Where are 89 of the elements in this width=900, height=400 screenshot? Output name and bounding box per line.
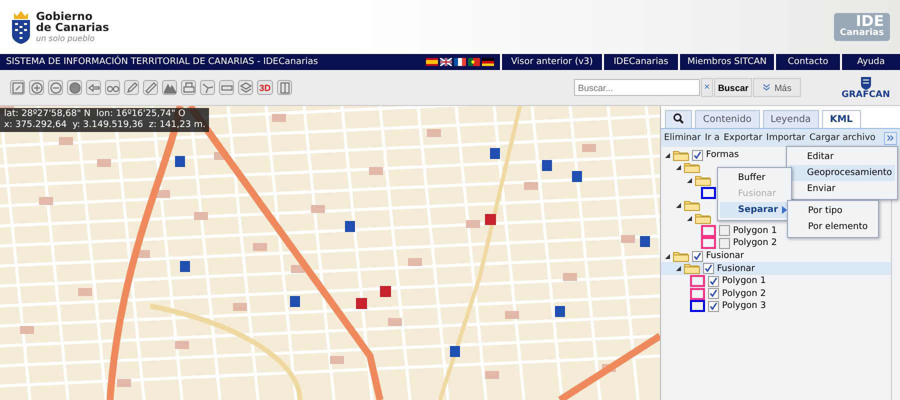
checkbox[interactable] [708,276,719,287]
mountain-tool-icon[interactable] [162,80,177,96]
tree-label[interactable]: Polygon 3 [722,301,766,312]
pencil-tool-icon[interactable] [124,80,139,96]
flag-icon[interactable] [426,58,438,66]
tree-row[interactable]: Fusionar [661,262,891,275]
tree-label[interactable]: Fusionar [717,264,756,274]
more-button[interactable]: Más [753,78,802,98]
printer-tool-icon[interactable] [181,80,196,96]
grafcan-logo: GRAFCAN [841,76,890,100]
folder-icon [673,250,689,262]
3d-button[interactable]: 3D [257,80,273,96]
folder-icon [695,174,711,186]
tree-row[interactable]: Polygon 1 [661,274,766,288]
folder-icon [684,263,700,274]
expand-triangle-icon[interactable] [687,216,692,221]
menu-item[interactable]: Buffer [720,170,789,186]
panel-tab[interactable]: KML [822,110,861,128]
folder-icon [684,200,700,212]
flag-icon[interactable] [482,58,494,66]
street-map-drawing[interactable] [0,106,660,400]
checkbox[interactable] [719,225,730,236]
checkbox[interactable] [703,263,714,274]
double-chevron-down-icon [763,84,770,92]
folder-icon [684,162,700,174]
coat-of-arms-icon [10,9,32,46]
expand-triangle-icon[interactable] [687,178,692,183]
coordinate-text: lat: 28º27'58,68" N lon: 16º16'25,74" O [4,109,186,120]
layers-tool-icon[interactable] [238,80,253,96]
tree-label[interactable]: Formas [706,150,739,160]
action-link[interactable]: Exportar [724,133,762,143]
more-actions-button[interactable] [884,132,897,144]
ide-logo: IDE Canarias [834,13,890,42]
zoom-in-tool-icon[interactable] [29,80,44,96]
folder-icon [695,212,711,224]
folder-icon [673,150,689,161]
checkbox[interactable] [719,238,730,249]
expand-triangle-icon[interactable] [676,203,681,208]
menu-item[interactable]: Separar [720,202,789,218]
tree-row[interactable]: Polygon 3 [661,300,766,313]
coordinate-text: x: 375.292,64 y: 3.149.519,36 z: 141,23 m. [4,120,206,131]
site-title: SISTEMA DE INFORMACIÓN TERRITORIAL DE CANARIAS - IDECanarias [5,57,319,68]
action-link[interactable]: Ir a [704,133,720,143]
expand-triangle-icon[interactable] [665,254,670,259]
search-field[interactable]: Buscar... [574,79,700,96]
tree-label[interactable]: Polygon 1 [733,226,777,236]
checkbox[interactable] [708,300,719,312]
double-chevron-right-icon [887,135,894,141]
action-link[interactable]: Cargar archivo [809,133,876,143]
menu-item[interactable]: Editar [789,149,895,165]
tree-label[interactable]: Polygon 2 [722,288,766,299]
panel-tab[interactable]: Contenido [695,110,760,128]
zoom-out-tool-icon[interactable] [48,80,63,96]
panel-tool-icon[interactable] [277,80,292,96]
clear-button[interactable]: × [700,78,713,98]
binoculars-tool-icon[interactable] [105,80,120,96]
logo-text: de Canarias [36,22,110,33]
tree-row[interactable]: Polygon 1 [661,224,777,238]
logo-text: Gobierno [36,10,93,22]
tree-row[interactable]: Formas [661,149,739,162]
search-tab[interactable] [665,110,692,128]
action-link[interactable]: Eliminar [664,133,701,143]
ruler-tool-icon[interactable] [143,80,158,96]
tree-label[interactable]: Fusionar [706,251,744,262]
tree-label[interactable]: Polygon 1 [722,276,766,286]
flag-icon[interactable] [468,58,480,66]
tree-row[interactable]: Polygon 2 [661,237,777,250]
menu-item[interactable]: Por tipo [790,203,876,219]
flag-icon[interactable] [454,58,466,66]
checkbox[interactable] [692,150,703,161]
search-button[interactable]: Buscar [714,78,752,98]
checkbox[interactable] [692,250,703,262]
tree-row[interactable]: Polygon 2 [661,288,766,300]
menu-item[interactable]: Geoprocesamiento [789,165,895,181]
search-icon [673,112,684,124]
back-arrow-tool-icon[interactable] [86,80,101,96]
flag-icon[interactable] [440,58,452,66]
checkbox[interactable] [708,288,719,300]
panel-tab[interactable]: Leyenda [762,110,819,128]
tree-label[interactable]: Polygon 2 [733,238,777,248]
tree-row[interactable]: Fusionar [661,250,744,262]
menu-item[interactable]: Enviar [789,181,895,197]
menu-item[interactable]: Por elemento [790,219,876,235]
expand-triangle-icon[interactable] [676,266,681,272]
logo-tagline: un solo pueblo [36,32,96,44]
expand-triangle-icon[interactable] [676,165,681,170]
expand-triangle-icon[interactable] [665,152,670,158]
submenu-arrow-icon [782,206,788,214]
action-link[interactable]: Importar [766,133,806,143]
